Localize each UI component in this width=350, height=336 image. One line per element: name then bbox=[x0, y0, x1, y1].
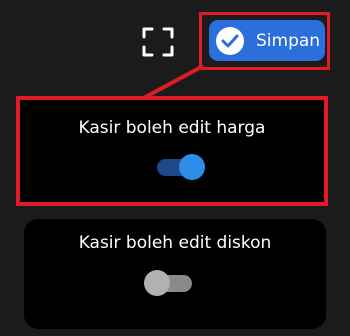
fullscreen-icon[interactable] bbox=[142, 27, 174, 57]
toggle-knob bbox=[144, 270, 170, 296]
check-circle-icon bbox=[216, 26, 244, 55]
setting-card-edit-price: Kasir boleh edit harga bbox=[16, 96, 328, 206]
setting-label-edit-discount: Kasir boleh edit diskon bbox=[78, 233, 272, 253]
toggle-edit-price[interactable] bbox=[153, 154, 205, 180]
setting-card-edit-discount: Kasir boleh edit diskon bbox=[24, 219, 326, 329]
toggle-edit-discount[interactable] bbox=[144, 270, 196, 296]
setting-label-edit-price: Kasir boleh edit harga bbox=[78, 118, 266, 138]
save-button-label: Simpan bbox=[256, 30, 321, 51]
save-button[interactable]: Simpan bbox=[209, 20, 325, 61]
toggle-knob bbox=[179, 154, 205, 180]
